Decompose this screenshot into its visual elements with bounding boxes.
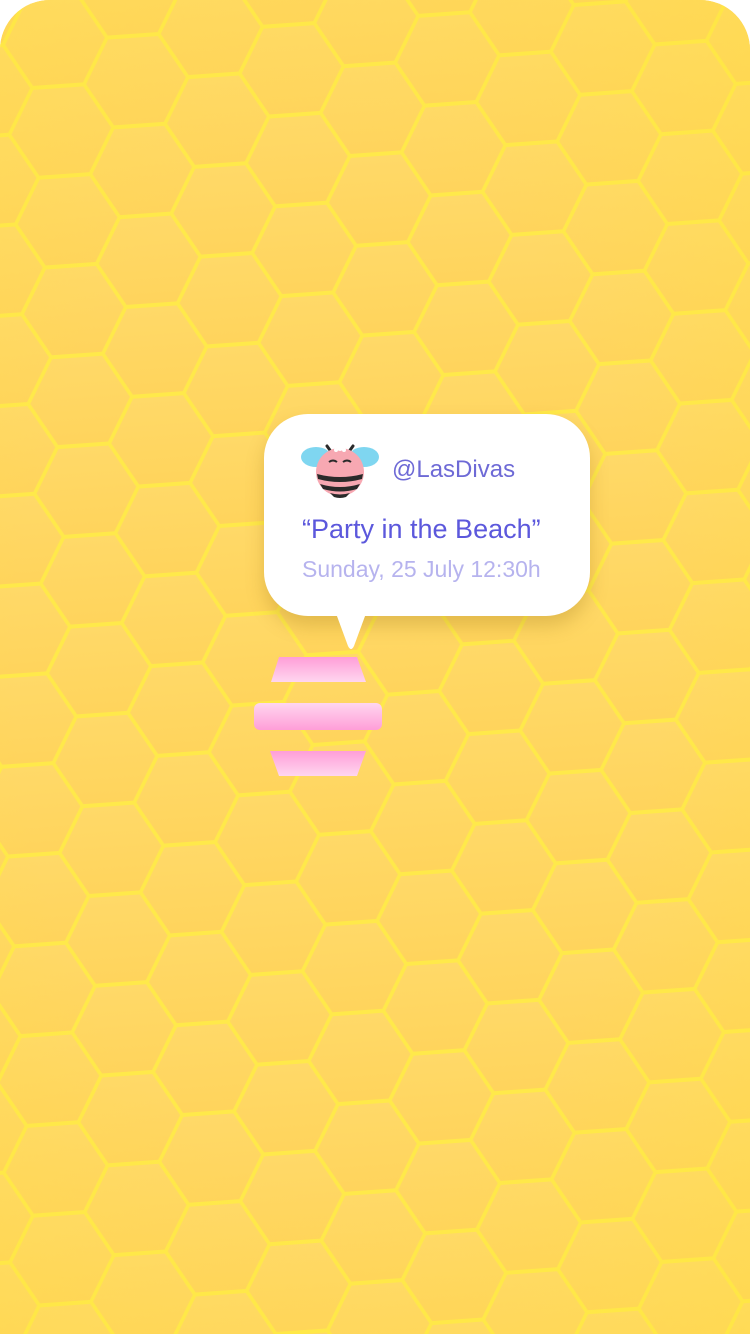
event-datetime: Sunday, 25 July 12:30h <box>302 556 541 582</box>
app-screen: @LasDivas “Party in the Beach” Sunday, 2… <box>0 0 750 1334</box>
beehive-icon[interactable] <box>254 657 384 779</box>
pink-bee-icon[interactable] <box>300 440 380 500</box>
username-label[interactable]: @LasDivas <box>392 456 515 484</box>
event-title: “Party in the Beach” <box>302 514 541 544</box>
bubble-tail <box>334 608 368 649</box>
